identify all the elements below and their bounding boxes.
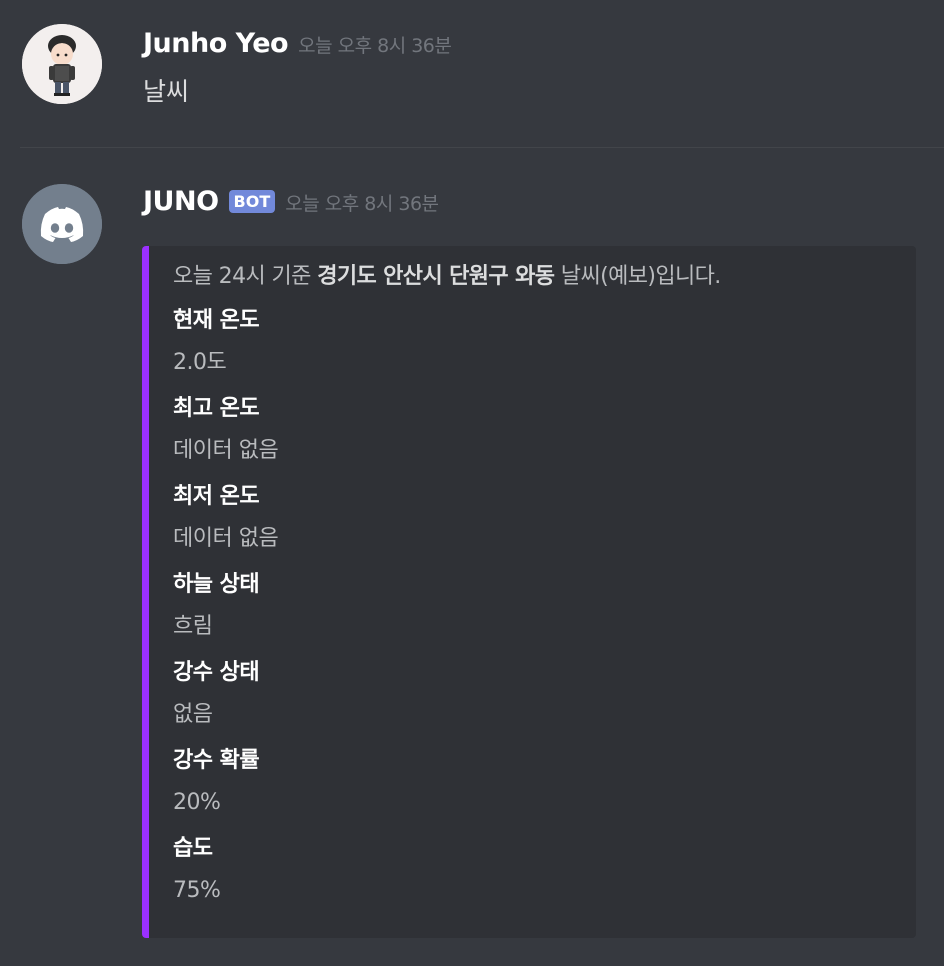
chibi-person-avatar-icon — [22, 24, 102, 104]
field-name: 강수 확률 — [173, 748, 260, 773]
bot-avatar[interactable] — [22, 184, 102, 264]
field-name: 최고 온도 — [173, 396, 260, 421]
field-value: 20% — [173, 790, 221, 815]
field-name: 현재 온도 — [173, 308, 260, 333]
bot-badge: BOT — [228, 190, 276, 213]
field-value: 흐림 — [173, 614, 213, 639]
user-avatar[interactable] — [22, 24, 102, 104]
embed-field-current-temp: 현재 온도 2.0도 — [173, 306, 896, 390]
message-content: 날씨 — [143, 77, 190, 106]
embed-field-precipitation: 강수 상태 없음 — [173, 658, 896, 742]
discord-logo-icon — [22, 184, 102, 264]
embed-field-sky: 하늘 상태 흐림 — [173, 570, 896, 654]
field-value: 75% — [173, 878, 221, 903]
field-value: 2.0도 — [173, 350, 227, 375]
embed-field-min-temp: 최저 온도 데이터 없음 — [173, 482, 896, 566]
field-name: 하늘 상태 — [173, 572, 260, 597]
description-prefix: 오늘 24시 기준 — [173, 264, 318, 289]
field-value: 데이터 없음 — [173, 526, 279, 551]
timestamp: 오늘 오후 8시 36분 — [298, 35, 452, 57]
message-user: Junho Yeo 오늘 오후 8시 36분 날씨 — [0, 0, 944, 147]
message-bot: JUNO BOT 오늘 오후 8시 36분 오늘 24시 기준 경기도 안산시 … — [0, 148, 944, 966]
embed-description: 오늘 24시 기준 경기도 안산시 단원구 와동 날씨(예보)입니다. — [173, 264, 896, 290]
embed-field-max-temp: 최고 온도 데이터 없음 — [173, 394, 896, 478]
bot-username[interactable]: JUNO — [143, 186, 219, 217]
field-name: 강수 상태 — [173, 660, 260, 685]
description-suffix: 날씨(예보)입니다. — [554, 264, 721, 289]
embed-field-humidity: 습도 75% — [173, 834, 896, 918]
description-location: 경기도 안산시 단원구 와동 — [317, 264, 555, 289]
field-name: 최저 온도 — [173, 484, 260, 509]
field-name: 습도 — [173, 836, 213, 861]
embed-field-precip-probability: 강수 확률 20% — [173, 746, 896, 830]
field-value: 없음 — [173, 702, 213, 727]
timestamp: 오늘 오후 8시 36분 — [285, 193, 439, 215]
field-value: 데이터 없음 — [173, 438, 279, 463]
message-header: JUNO BOT 오늘 오후 8시 36분 — [143, 186, 439, 217]
weather-embed: 오늘 24시 기준 경기도 안산시 단원구 와동 날씨(예보)입니다. 현재 온… — [142, 246, 916, 938]
username[interactable]: Junho Yeo — [143, 28, 289, 59]
message-header: Junho Yeo 오늘 오후 8시 36분 — [143, 28, 452, 59]
